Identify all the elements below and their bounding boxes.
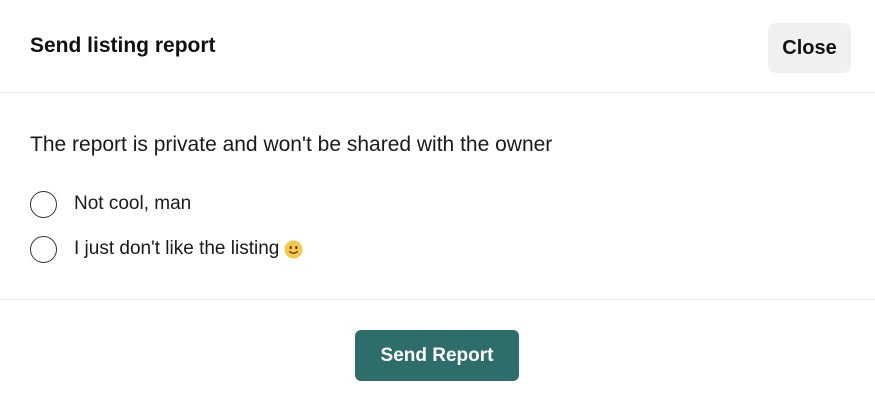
dialog-header: Send listing report Close <box>0 0 875 93</box>
close-button[interactable]: Close <box>768 23 851 73</box>
slightly-smiling-face-icon <box>284 239 303 259</box>
radio-button[interactable] <box>30 235 57 263</box>
report-option-dont-like[interactable]: I just don't like the listing <box>30 234 303 264</box>
option-label: I just don't like the listing <box>74 238 280 259</box>
dialog-title: Send listing report <box>30 34 216 57</box>
option-label: Not cool, man <box>74 193 192 214</box>
dialog-body: The report is private and won't be share… <box>0 93 875 300</box>
radio-button[interactable] <box>30 190 57 218</box>
send-report-button[interactable]: Send Report <box>355 330 519 381</box>
privacy-notice: The report is private and won't be share… <box>30 133 553 156</box>
dialog-footer: Send Report <box>0 300 875 411</box>
report-option-not-cool[interactable]: Not cool, man <box>30 189 191 219</box>
report-dialog: Send listing report Close The report is … <box>0 0 875 411</box>
